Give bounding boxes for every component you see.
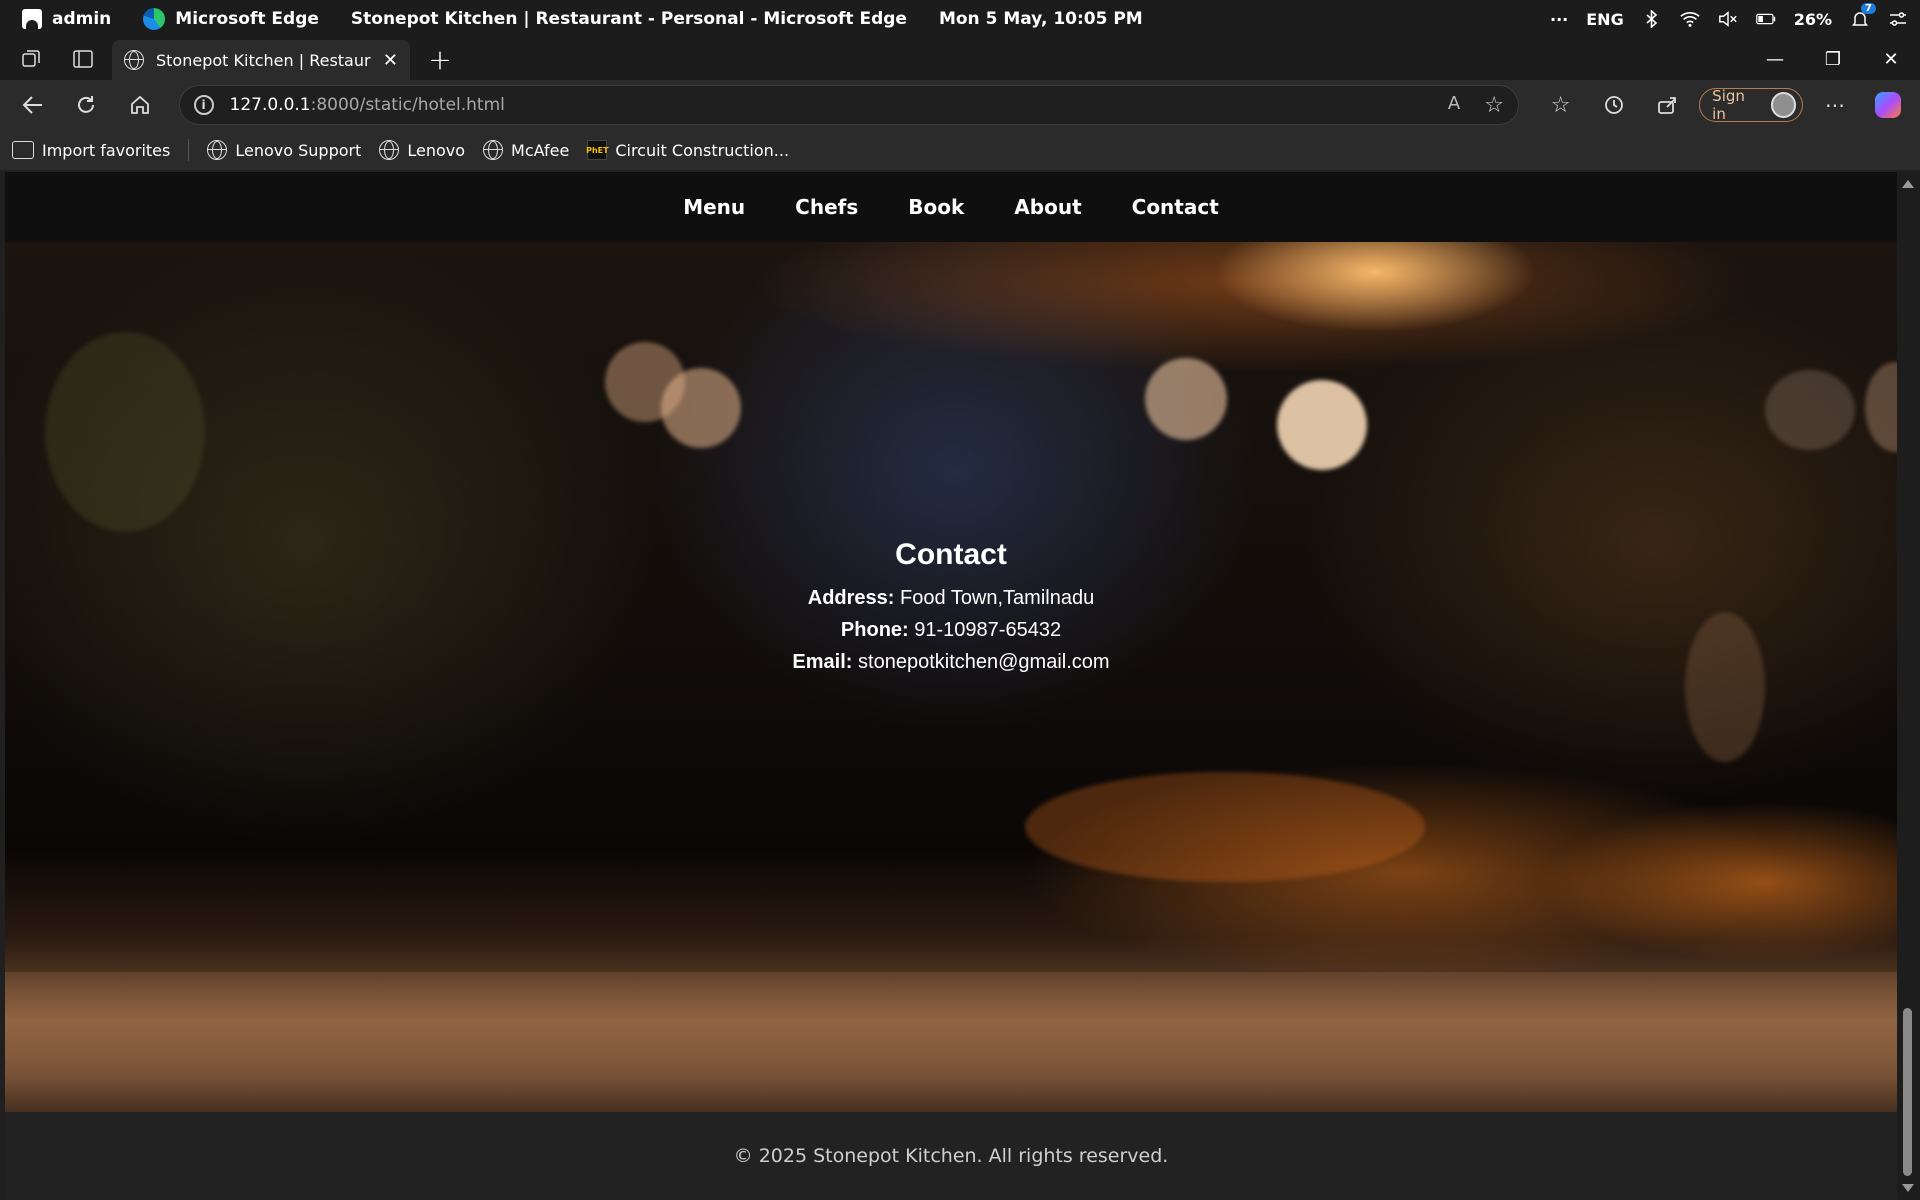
bokeh-light: [1865, 362, 1897, 452]
tab-globe-icon: [124, 50, 144, 70]
phet-logo-icon: PhET: [586, 140, 609, 160]
favorite-import[interactable]: Import favorites: [12, 141, 170, 160]
favorite-mcafee[interactable]: McAfee: [483, 140, 569, 160]
globe-icon: [379, 140, 400, 160]
edge-logo-icon: [143, 8, 166, 30]
battery-icon[interactable]: [1755, 9, 1776, 29]
os-title-bar: admin Microsoft Edge Stonepot Kitchen | …: [0, 0, 1920, 38]
home-button[interactable]: [117, 85, 163, 125]
favorites-divider: [188, 139, 190, 161]
url-input[interactable]: i 127.0.0.1 :8000/static/hotel.html A ☆: [178, 85, 1519, 125]
profile-avatar-icon: [1770, 92, 1797, 118]
scroll-down-arrow-icon[interactable]: [1902, 1184, 1914, 1192]
tab-strip: Stonepot Kitchen | Restaurant ✕ + — ❐ ✕: [0, 38, 1920, 80]
sign-in-label: Sign in: [1712, 87, 1745, 123]
battery-percentage: 26%: [1793, 9, 1832, 29]
os-app-name: Microsoft Edge: [175, 9, 319, 29]
share-icon[interactable]: [1646, 85, 1689, 125]
footer-copyright: © 2025 Stonepot Kitchen. All rights rese…: [733, 1145, 1169, 1167]
site-navbar: Menu Chefs Book About Contact: [5, 172, 1897, 242]
nav-link-menu[interactable]: Menu: [683, 195, 745, 219]
address-bar-row: i 127.0.0.1 :8000/static/hotel.html A ☆ …: [0, 80, 1920, 130]
restore-button[interactable]: ❐: [1804, 38, 1862, 80]
favorite-label: Circuit Construction...: [615, 140, 790, 160]
os-window-title: Stonepot Kitchen | Restaurant - Personal…: [350, 9, 907, 29]
favorites-icon[interactable]: ☆: [1539, 85, 1582, 125]
nav-link-contact[interactable]: Contact: [1132, 195, 1219, 219]
favorite-star-icon[interactable]: ☆: [1484, 93, 1504, 118]
bokeh-light: [1145, 358, 1227, 440]
favorites-bar: Import favorites Lenovo Support Lenovo M…: [0, 130, 1920, 170]
tab-close-icon[interactable]: ✕: [383, 50, 398, 71]
contact-address: Address: Food Town,Tamilnadu: [807, 587, 1095, 609]
globe-icon: [207, 140, 228, 160]
favorite-circuit-construction[interactable]: PhET Circuit Construction...: [586, 140, 790, 160]
favorite-label: McAfee: [511, 140, 570, 160]
workspaces-icon[interactable]: [12, 40, 50, 78]
bokeh-light: [1765, 370, 1855, 450]
quick-settings-icon[interactable]: [1888, 9, 1908, 29]
wifi-icon[interactable]: [1680, 9, 1700, 29]
nav-link-book[interactable]: Book: [908, 195, 964, 219]
contact-info: Contact Address: Food Town,Tamilnadu Pho…: [5, 538, 1897, 678]
bokeh-light: [45, 332, 205, 532]
page-viewport: Menu Chefs Book About Contact Contact Ad…: [5, 172, 1897, 1200]
history-icon[interactable]: [1592, 85, 1635, 125]
import-favorites-icon: [12, 141, 34, 159]
url-path: :8000/static/hotel.html: [310, 95, 505, 115]
favorite-label: Lenovo Support: [235, 140, 362, 160]
nav-link-about[interactable]: About: [1014, 195, 1081, 219]
scroll-up-arrow-icon[interactable]: [1902, 180, 1914, 188]
tab-title: Stonepot Kitchen | Restaurant: [156, 50, 371, 70]
new-tab-button[interactable]: +: [424, 43, 456, 76]
globe-icon: [483, 140, 504, 160]
os-more-icon[interactable]: ···: [1550, 10, 1568, 29]
page-scrollbar[interactable]: [1897, 172, 1920, 1200]
wooden-table-edge: [5, 972, 1897, 1112]
vertical-tabs-icon[interactable]: [64, 40, 102, 78]
nav-link-chefs[interactable]: Chefs: [795, 195, 858, 219]
contact-heading: Contact: [895, 538, 1007, 571]
notification-bell-icon[interactable]: 7: [1850, 3, 1876, 29]
minimize-button[interactable]: —: [1746, 38, 1804, 80]
close-window-button[interactable]: ✕: [1862, 38, 1920, 80]
os-username: admin: [52, 9, 112, 29]
favorite-label: Import favorites: [42, 140, 171, 160]
favorite-lenovo-support[interactable]: Lenovo Support: [207, 140, 361, 160]
url-host: 127.0.0.1: [229, 95, 311, 115]
sign-in-button[interactable]: Sign in: [1699, 87, 1804, 123]
contact-phone: Phone: 91-10987-65432: [840, 619, 1062, 641]
volume-muted-icon[interactable]: [1718, 9, 1738, 29]
copilot-icon[interactable]: [1867, 85, 1910, 125]
user-account-icon: [22, 9, 42, 29]
contact-email: Email: stonepotkitchen@gmail.com: [792, 651, 1110, 673]
bluetooth-icon[interactable]: [1642, 9, 1662, 29]
os-datetime: Mon 5 May, 10:05 PM: [938, 9, 1143, 29]
bokeh-light: [1277, 380, 1367, 470]
os-language[interactable]: ENG: [1586, 10, 1623, 29]
contact-section-background: Contact Address: Food Town,Tamilnadu Pho…: [5, 242, 1897, 1112]
refresh-button[interactable]: [64, 85, 110, 125]
favorite-label: Lenovo: [407, 140, 466, 160]
site-footer: © 2025 Stonepot Kitchen. All rights rese…: [5, 1112, 1897, 1200]
scrollbar-thumb[interactable]: [1903, 1008, 1912, 1176]
favorite-lenovo[interactable]: Lenovo: [379, 140, 465, 160]
back-button[interactable]: [10, 85, 56, 125]
bokeh-light: [1025, 772, 1425, 882]
notification-count-badge: 7: [1861, 3, 1876, 14]
settings-more-icon[interactable]: ⋯: [1813, 85, 1856, 125]
tab-active[interactable]: Stonepot Kitchen | Restaurant ✕: [112, 40, 410, 80]
site-info-icon[interactable]: i: [193, 95, 214, 115]
bokeh-light: [661, 368, 741, 448]
read-aloud-icon[interactable]: A: [1448, 93, 1460, 118]
